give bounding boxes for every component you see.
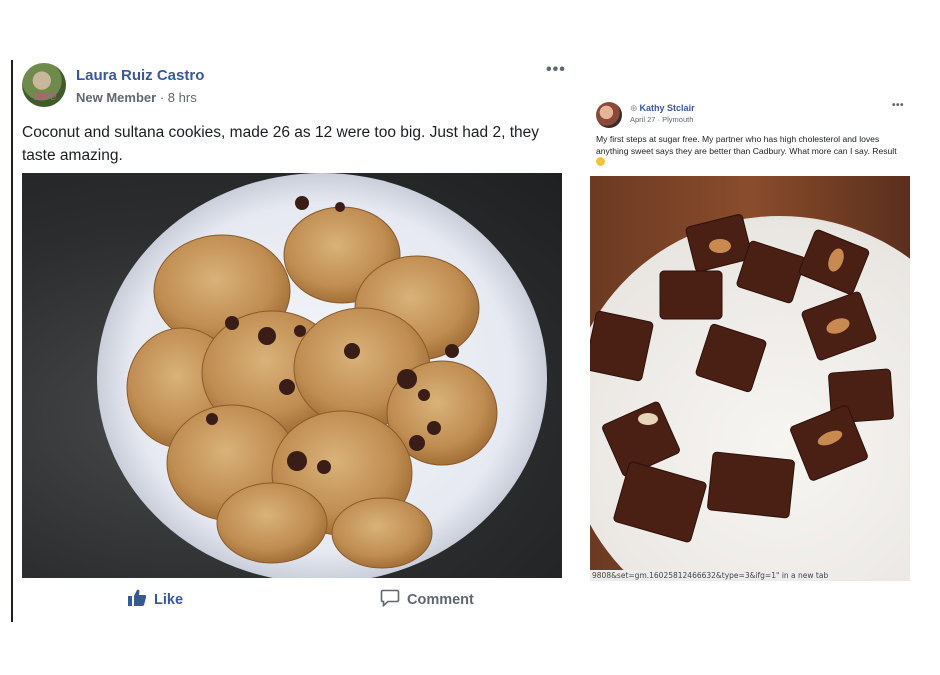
post-border <box>11 60 13 622</box>
avatar[interactable] <box>596 102 622 128</box>
meta-separator: · <box>657 115 661 124</box>
smiling-emoji-icon <box>596 157 605 166</box>
comment-button[interactable]: Comment <box>380 589 474 611</box>
url-overlay: 9808&set=gm.1602581246663​2&type=3&ifg=1… <box>590 570 832 581</box>
comment-label: Comment <box>407 592 474 608</box>
left-post: love Laura Ruiz Castro New Member · 8 hr… <box>0 0 575 675</box>
chocolate-plate-graphic <box>590 176 910 581</box>
cookies-plate-graphic <box>97 173 547 578</box>
post-location[interactable]: Plymouth <box>662 115 693 124</box>
right-post: ⊕ Kathy Stclair April 27 · Plymouth ••• M… <box>590 94 910 582</box>
like-label: Like <box>154 592 184 608</box>
post-time[interactable]: 8 hrs <box>168 90 197 105</box>
cookies-photo[interactable] <box>22 173 562 578</box>
author-name[interactable]: ⊕ Kathy Stclair <box>630 103 695 114</box>
post-meta: April 27 · Plymouth <box>630 115 693 124</box>
avatar[interactable]: love <box>22 63 66 107</box>
post-date[interactable]: April 27 <box>630 115 655 124</box>
author-name-text: Kathy Stclair <box>639 103 695 113</box>
post-text: My first steps at sugar free. My partner… <box>596 134 901 169</box>
like-button[interactable]: Like <box>127 589 183 611</box>
post-actions: Like Comment <box>22 585 562 617</box>
thumbs-up-icon <box>127 589 147 611</box>
chocolate-pieces-photo[interactable]: 9808&set=gm.1602581246663​2&type=3&ifg=1… <box>590 176 910 581</box>
speech-bubble-icon <box>380 589 400 611</box>
member-icon: ⊕ <box>630 103 638 113</box>
more-options-icon[interactable]: ••• <box>892 100 904 111</box>
more-options-icon[interactable]: ••• <box>546 61 566 79</box>
post-text: Coconut and sultana cookies, made 26 as … <box>22 124 539 164</box>
member-badge: New Member <box>76 90 157 105</box>
avatar-text: love <box>34 90 57 103</box>
author-name[interactable]: Laura Ruiz Castro <box>76 67 204 84</box>
post-text-body: My first steps at sugar free. My partner… <box>596 134 897 156</box>
meta-separator: · <box>159 90 165 105</box>
post-meta: New Member · 8 hrs <box>76 90 197 105</box>
